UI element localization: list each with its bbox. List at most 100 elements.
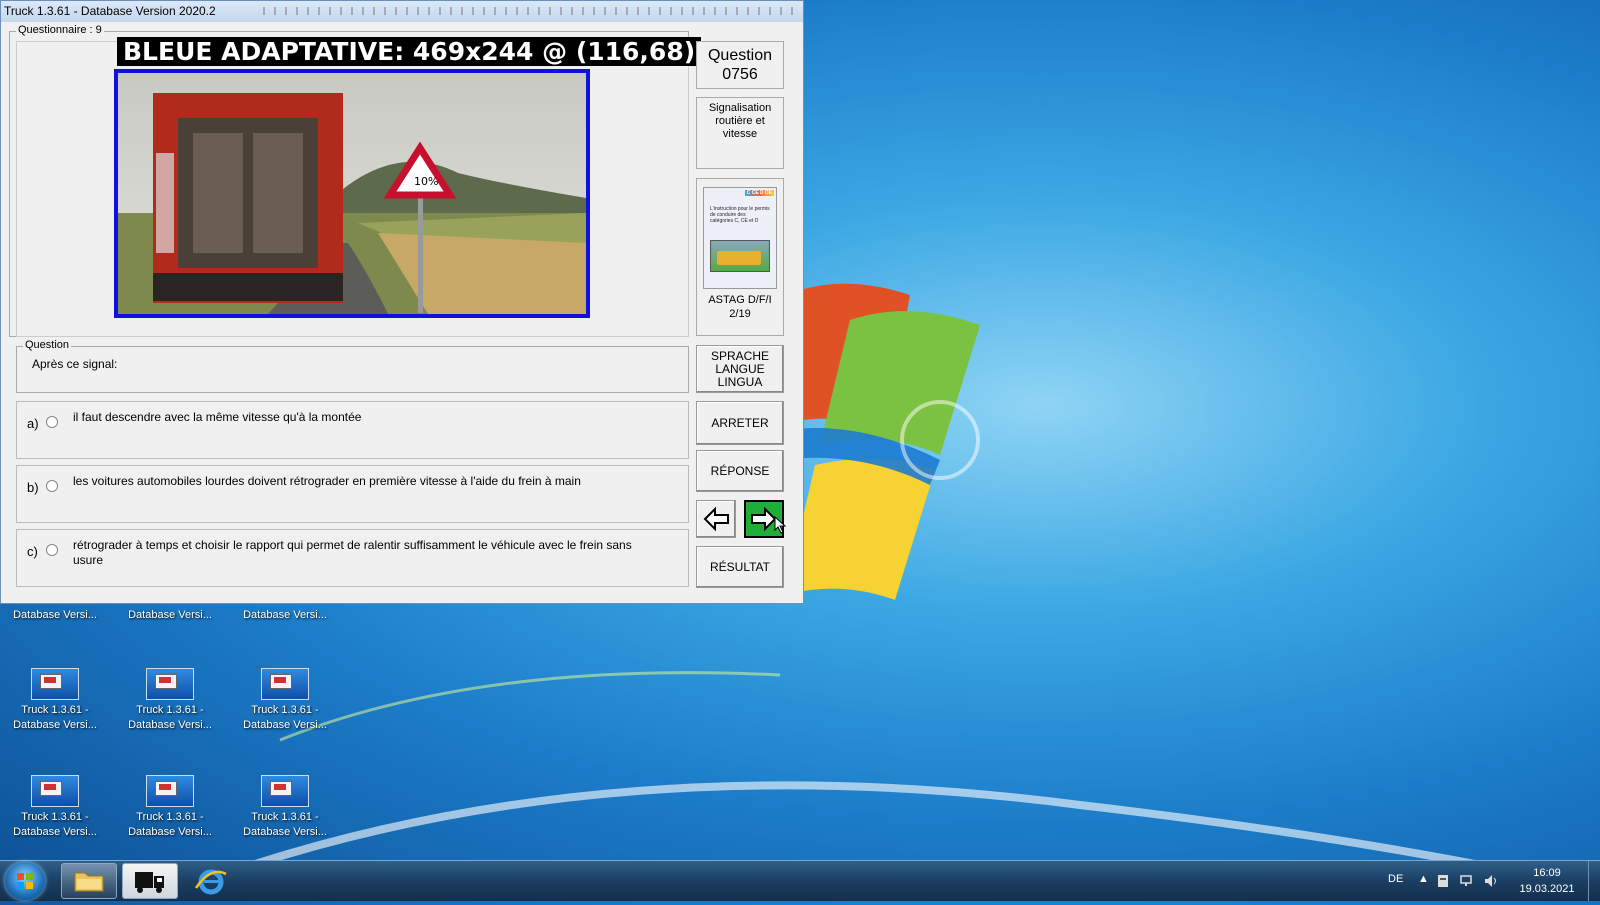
- answer-option-b[interactable]: b) les voitures automobiles lourdes doiv…: [16, 465, 689, 523]
- clock-time: 16:09: [1533, 867, 1561, 879]
- language-button[interactable]: SPRACHE LANGUE LINGUA: [696, 345, 784, 393]
- answer-text: il faut descendre avec la même vitesse q…: [73, 410, 362, 424]
- desktop-icon-label: Database Versi...: [13, 609, 97, 621]
- desktop-icon-label: Database Versi...: [128, 609, 212, 621]
- window-title: Truck 1.3.61 - Database Version 2020.2: [4, 4, 216, 18]
- desktop-icon-truck[interactable]: Truck 1.3.61 - Database Versi...: [235, 668, 335, 733]
- windows-flag-icon: [17, 873, 33, 889]
- taskbar-truck-app-button[interactable]: [122, 863, 178, 899]
- language-label: LANGUE: [715, 361, 765, 376]
- desktop-icon-truck[interactable]: Truck 1.3.61 - Database Versi...: [5, 775, 105, 840]
- question-text: Après ce signal:: [32, 357, 118, 371]
- taskbar-internet-explorer-button[interactable]: [183, 863, 239, 899]
- truck-app-icon: [31, 775, 79, 807]
- answer-radio[interactable]: [46, 416, 58, 428]
- answer-letter: b): [27, 480, 39, 495]
- desktop-icon-label: Truck 1.3.61 -: [21, 811, 89, 823]
- app-window: Truck 1.3.61 - Database Version 2020.2 Q…: [0, 0, 804, 604]
- language-label: SPRACHE: [710, 348, 769, 363]
- answer-button[interactable]: RÉPONSE: [696, 450, 784, 492]
- stop-button-label: ARRETER: [711, 415, 769, 430]
- road-scene-photo: 10%: [118, 73, 586, 314]
- desktop-icon-label: Database Versi...: [128, 826, 212, 838]
- book-cover: C CE D DE L'instruction pour le permis d…: [703, 187, 777, 289]
- wallpaper-swoosh: [180, 671, 1600, 894]
- truck-app-icon: [261, 668, 309, 700]
- answer-option-a[interactable]: a) il faut descendre avec la même vitess…: [16, 401, 689, 459]
- clock-date: 19.03.2021: [1519, 883, 1575, 895]
- taskbar-explorer-button[interactable]: [61, 863, 117, 899]
- desktop-icon-truck[interactable]: Database Versi...: [5, 608, 105, 623]
- folder-icon: [74, 872, 104, 892]
- book-title: ASTAG D/F/I: [708, 294, 772, 306]
- svg-text:10%: 10%: [414, 175, 438, 188]
- answer-radio[interactable]: [46, 480, 58, 492]
- desktop-icon-truck[interactable]: Database Versi...: [120, 608, 220, 623]
- book-panel: C CE D DE L'instruction pour le permis d…: [696, 178, 784, 336]
- desktop-icon-label: Database Versi...: [13, 719, 97, 731]
- answer-button-label: RÉPONSE: [710, 463, 770, 478]
- network-icon[interactable]: [1460, 874, 1476, 888]
- question-image: 10%: [114, 69, 590, 318]
- result-button-label: RÉSULTAT: [709, 559, 770, 574]
- question-group: Question Après ce signal:: [16, 339, 689, 393]
- category-line: Signalisation: [708, 102, 772, 114]
- answer-option-c[interactable]: c) rétrograder à temps et choisir le rap…: [16, 529, 689, 587]
- desktop-icon-label: Truck 1.3.61 -: [21, 704, 89, 716]
- answer-letter: a): [27, 416, 39, 431]
- window-titlebar[interactable]: Truck 1.3.61 - Database Version 2020.2: [1, 1, 803, 22]
- desktop-icon-label: Database Versi...: [243, 719, 327, 731]
- desktop-icon-label: Database Versi...: [13, 826, 97, 838]
- taskbar: DE ▲ 16:09 19.03.2021: [0, 860, 1600, 901]
- result-button[interactable]: RÉSULTAT: [696, 546, 784, 588]
- desktop-icon-truck[interactable]: Truck 1.3.61 - Database Versi...: [120, 775, 220, 840]
- question-number-panel: Question 0756: [696, 41, 784, 89]
- answer-radio[interactable]: [46, 544, 58, 556]
- internet-explorer-icon: [194, 869, 227, 895]
- titlebar-ruler: [263, 7, 797, 15]
- answer-text: rétrograder à temps et choisir le rappor…: [73, 538, 632, 567]
- stop-button[interactable]: ARRETER: [696, 401, 784, 445]
- desktop-icon-label: Truck 1.3.61 -: [251, 704, 319, 716]
- debug-overlay-label: BLEUE ADAPTATIVE: 469x244 @ (116,68): [117, 37, 702, 66]
- question-heading: Question: [707, 47, 773, 64]
- clock[interactable]: 16:09 19.03.2021: [1512, 865, 1582, 897]
- category-panel: Signalisation routière et vitesse: [696, 97, 784, 169]
- start-button[interactable]: [5, 862, 45, 900]
- desktop-icon-label: Database Versi...: [243, 826, 327, 838]
- answer-letter: c): [27, 544, 38, 559]
- desktop-icon-truck[interactable]: Database Versi...: [235, 608, 335, 623]
- next-button[interactable]: [744, 500, 787, 538]
- question-number: 0756: [722, 66, 758, 83]
- show-desktop-button[interactable]: [1588, 861, 1600, 901]
- answer-text: les voitures automobiles lourdes doivent…: [73, 474, 581, 488]
- show-hidden-icons-chevron-icon[interactable]: ▲: [1418, 873, 1429, 885]
- truck-app-icon: [146, 668, 194, 700]
- book-cover-text: L'instruction pour le permis de conduire…: [710, 206, 770, 224]
- category-line: routière et vitesse: [715, 115, 765, 140]
- desktop-icon-label: Truck 1.3.61 -: [251, 811, 319, 823]
- desktop-icon-label: Database Versi...: [243, 609, 327, 621]
- desktop-icon-truck[interactable]: Truck 1.3.61 - Database Versi...: [5, 668, 105, 733]
- arrow-left-icon: [703, 506, 729, 532]
- book-cover-tag: C CE D DE: [744, 190, 774, 196]
- book-cover-bus-image: [710, 240, 770, 272]
- previous-button[interactable]: [696, 500, 736, 538]
- desktop-icon-label: Truck 1.3.61 -: [136, 704, 204, 716]
- questionnaire-label: Questionnaire : 9: [16, 24, 104, 36]
- question-group-label: Question: [23, 339, 72, 351]
- book-title: 2/19: [729, 308, 751, 320]
- volume-icon[interactable]: [1484, 874, 1500, 888]
- desktop-icon-label: Truck 1.3.61 -: [136, 811, 204, 823]
- desktop-icon-truck[interactable]: Truck 1.3.61 - Database Versi...: [235, 775, 335, 840]
- desktop-icon-label: Database Versi...: [128, 719, 212, 731]
- mouse-cursor-icon: [774, 516, 787, 534]
- windows-logo-wallpaper: [790, 283, 980, 600]
- truck-app-icon: [31, 668, 79, 700]
- truck-app-icon: [146, 775, 194, 807]
- action-center-icon[interactable]: [1436, 874, 1450, 888]
- desktop-icon-truck[interactable]: Truck 1.3.61 - Database Versi...: [120, 668, 220, 733]
- language-label: LINGUA: [717, 374, 763, 389]
- language-indicator[interactable]: DE: [1388, 873, 1403, 885]
- truck-app-icon: [261, 775, 309, 807]
